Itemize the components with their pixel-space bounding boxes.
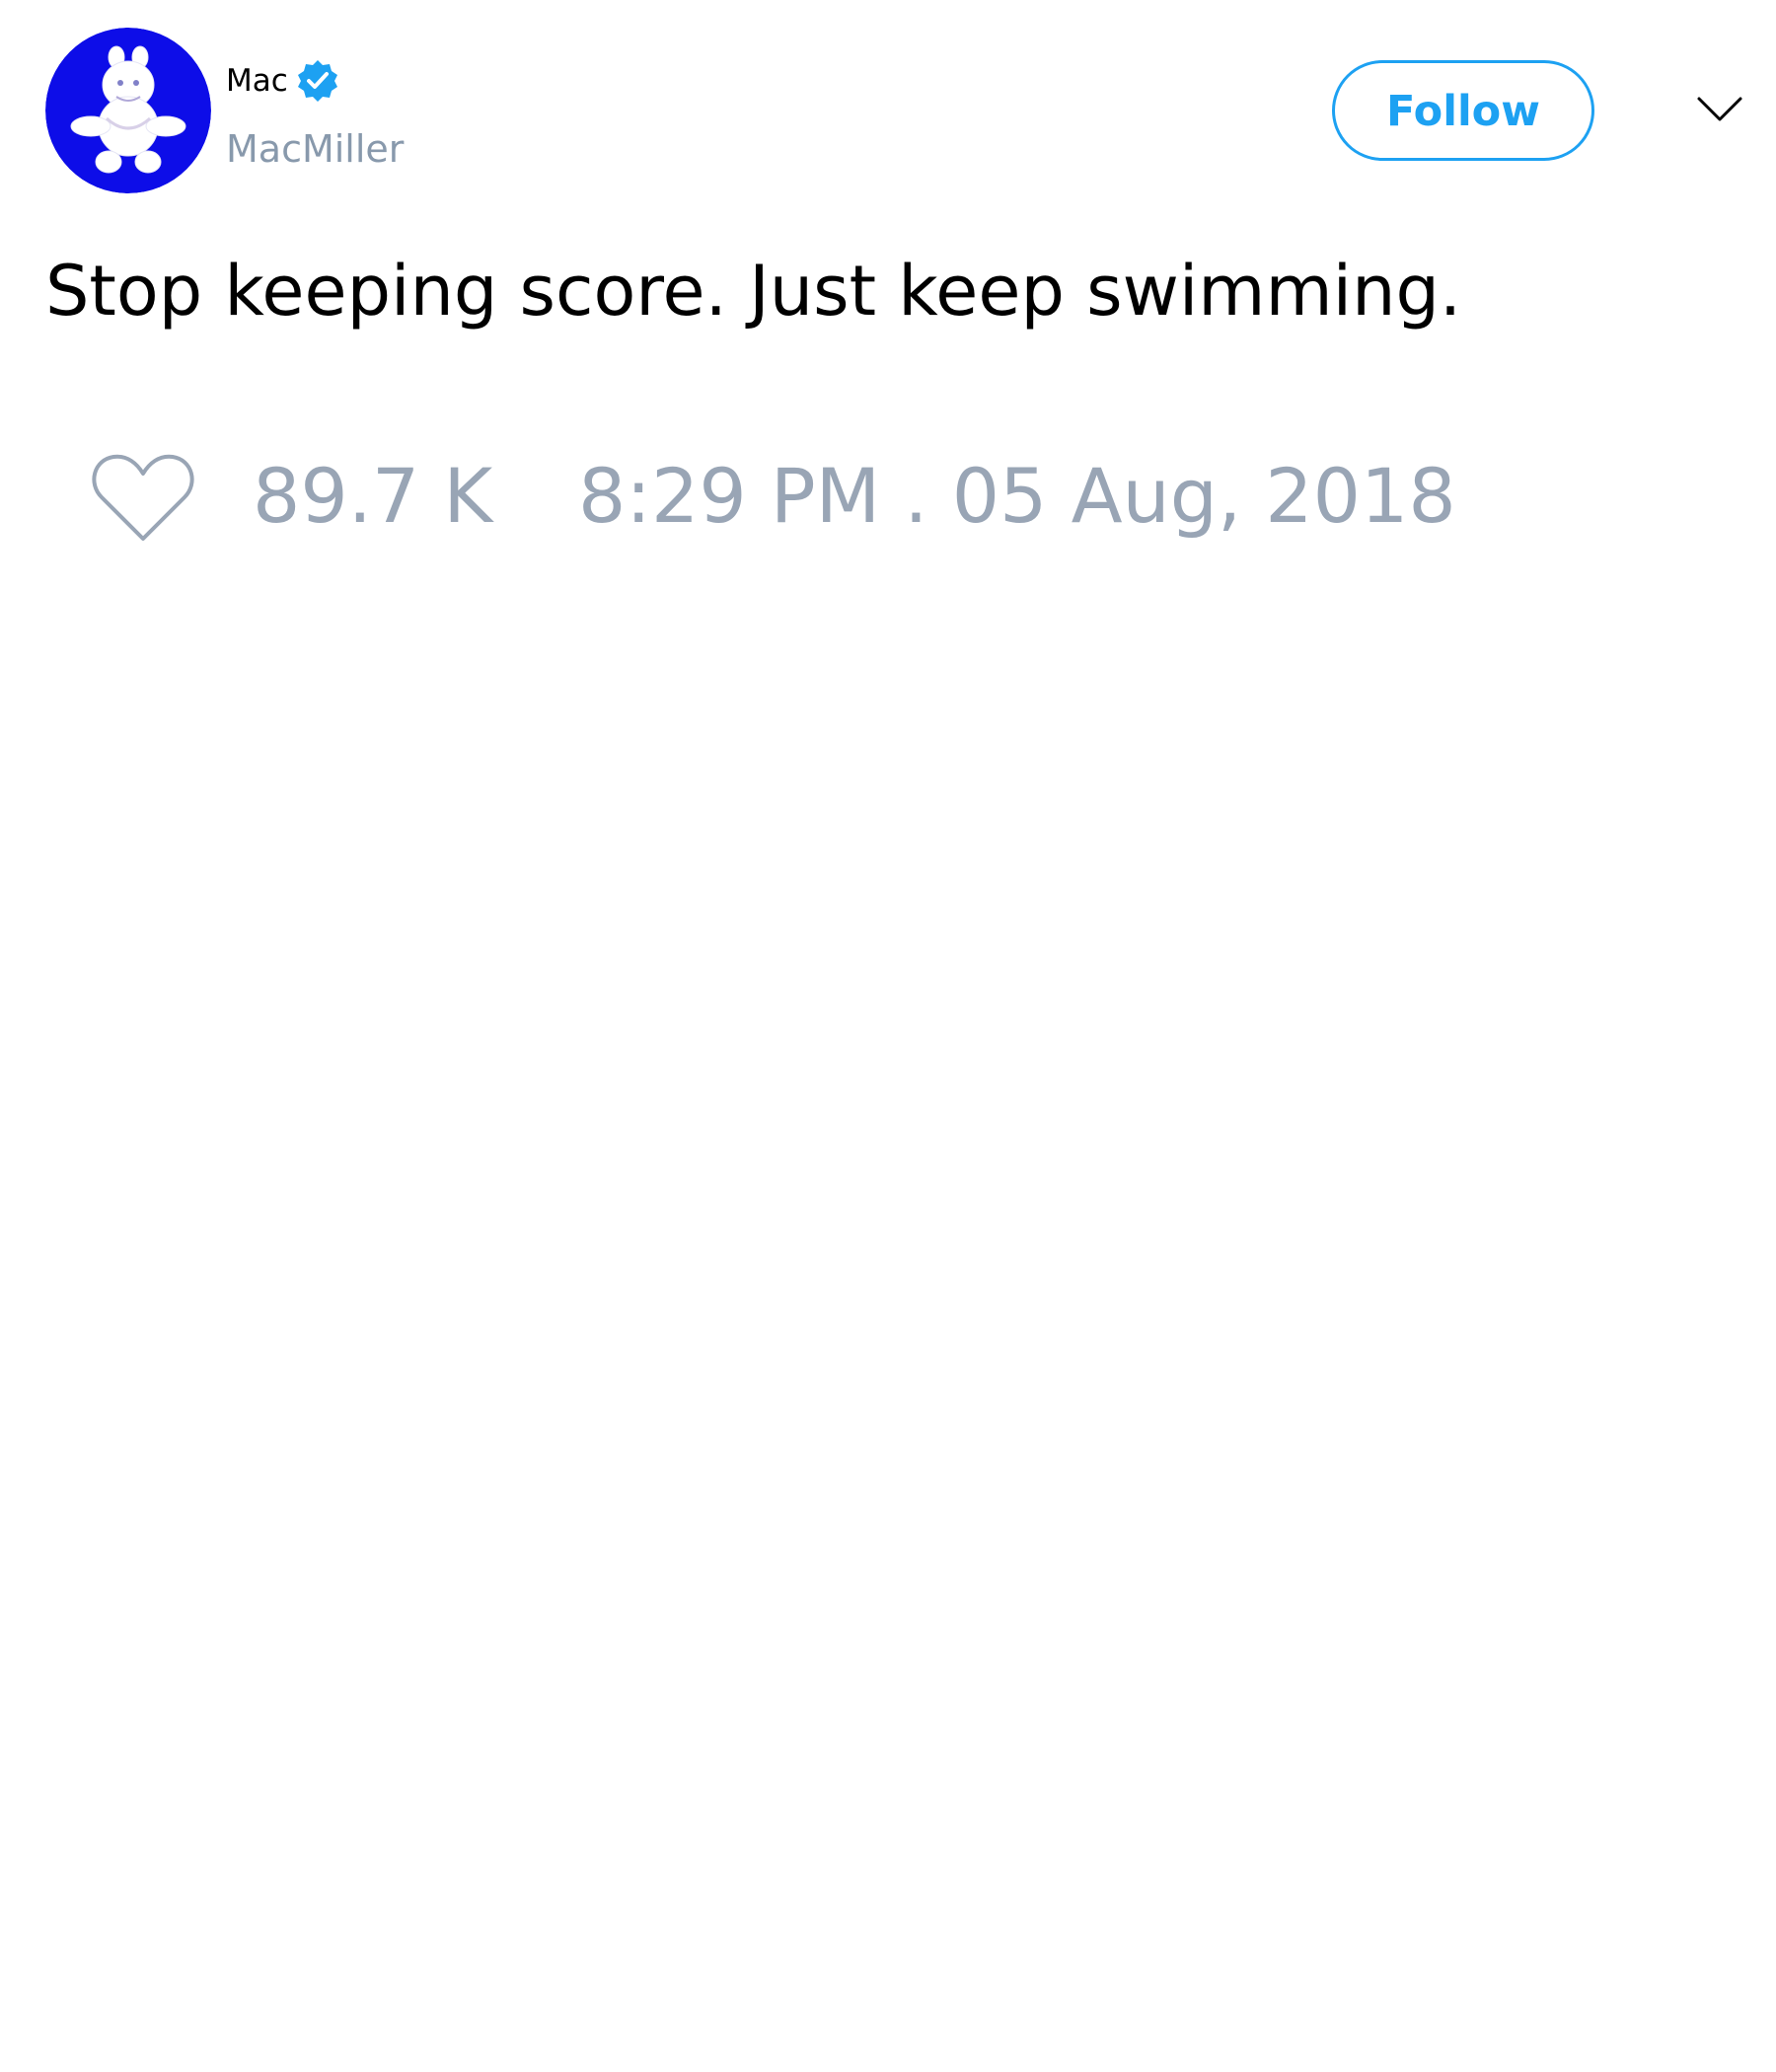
timestamp[interactable]: 8:29 PM . 05 Aug, 2018	[578, 449, 1456, 544]
chevron-down-icon[interactable]	[1695, 89, 1744, 128]
avatar[interactable]	[45, 28, 211, 193]
tweet-card: Mac MacMiller Follow Stop keeping score.…	[0, 0, 1776, 2072]
heart-icon[interactable]	[90, 450, 196, 545]
tweet-text: Stop keeping score. Just keep swimming.	[45, 251, 1462, 332]
display-name-row: Mac	[226, 57, 340, 105]
username[interactable]: MacMiller	[226, 124, 404, 174]
like-count: 89.7 K	[253, 452, 493, 540]
display-name[interactable]: Mac	[226, 61, 288, 101]
verified-badge-icon	[295, 58, 340, 104]
follow-button[interactable]: Follow	[1332, 60, 1594, 161]
avatar-image	[45, 28, 211, 193]
